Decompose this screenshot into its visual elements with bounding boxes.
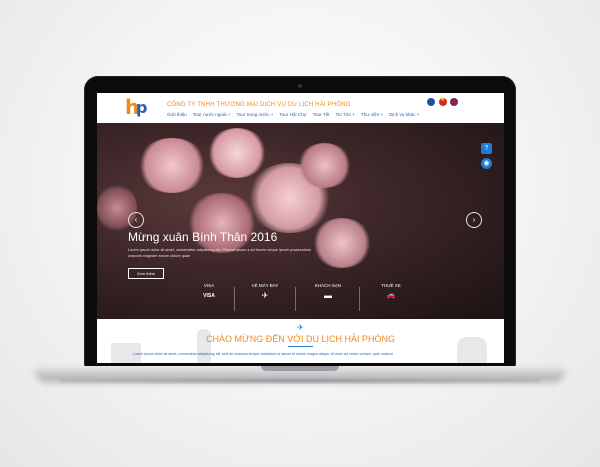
uk-flag-icon[interactable] [450,98,458,106]
eye-icon[interactable]: ◉ [481,158,492,169]
help-icon[interactable]: ? [481,143,492,154]
read-more-label: Xem thêm [136,271,156,276]
main-nav: Giới thiệu Tour nước ngoài + Tour trong … [167,112,419,117]
nav-item-dich-vu-khac[interactable]: Dịch vụ khác + [389,112,419,117]
slider-prev-arrow[interactable]: ‹ [128,212,144,228]
blossom-image [137,138,207,193]
plane-icon: ✈ [297,323,304,332]
visa-card-icon: VISA [203,293,215,299]
read-more-button[interactable]: Xem thêm [128,268,164,279]
blossom-image [207,128,267,178]
nav-item-tour-hoi-cho[interactable]: Tour Hội Chợ [279,112,306,117]
nav-item-gioi-thieu[interactable]: Giới thiệu [167,112,187,117]
vietnam-flag-icon[interactable] [439,96,447,106]
search-icon[interactable] [427,98,435,106]
service-khach-san[interactable]: KHÁCH SẠN ▬ [306,283,350,301]
nav-item-tour-trong-nuoc[interactable]: Tour trong nước + [237,112,274,117]
hero-title: Mừng xuân Bính Thân 2016 [128,230,278,244]
welcome-text: Lorem ipsum dolor sit amet, consectetur … [133,352,393,356]
service-label: VISA [203,283,215,288]
nav-item-tour-nuoc-ngoai[interactable]: Tour nước ngoài + [193,112,231,117]
laptop-shadow [60,378,540,384]
logo-p-letter: p [136,98,148,117]
laptop-camera [298,84,302,88]
service-divider [234,287,235,311]
site-logo[interactable]: h p [125,95,151,119]
site-header: h p CÔNG TY TNHH THƯƠNG MẠI DỊCH VỤ DU L… [97,93,504,123]
service-thue-xe[interactable]: THUÊ XE 🚗 [371,283,411,301]
blossom-image [297,143,352,188]
company-name: CÔNG TY TNHH THƯƠNG MẠI DỊCH VỤ DU LỊCH … [167,102,351,108]
welcome-title: CHÀO MỪNG ĐẾN VỚI DU LỊCH HẢI PHÒNG [206,334,395,344]
welcome-underline [288,346,313,347]
service-label: THUÊ XE [381,283,401,288]
slider-next-arrow[interactable]: › [466,212,482,228]
service-label: KHÁCH SẠN [314,283,342,288]
nav-item-thu-vien[interactable]: Thư viện + [361,112,383,117]
service-divider [359,287,360,311]
laptop-screen: h p CÔNG TY TNHH THƯƠNG MẠI DỊCH VỤ DU L… [97,93,504,363]
service-divider [295,287,296,311]
nav-item-tour-tet[interactable]: Tour Tết [313,112,330,117]
hero-slider: ‹ › ? ◉ Mừng xuân Bính Thân 2016 Lorem i… [97,123,504,319]
plane-ticket-icon: ✈ [261,291,269,300]
car-icon: 🚗 [386,292,396,299]
service-label: VÉ MÁY BAY [251,283,279,288]
laptop-notch [261,366,339,371]
hotel-bed-icon: ▬ [324,291,332,300]
service-ve-may-bay[interactable]: VÉ MÁY BAY ✈ [243,283,287,301]
hero-description: Lorem ipsum dolor sit amet, consectetur … [128,248,311,258]
service-visa[interactable]: VISA VISA [189,283,229,301]
blossom-image [187,193,257,253]
nav-item-tin-tuc[interactable]: Tin Tức + [335,112,355,117]
blossom-image [312,218,372,268]
